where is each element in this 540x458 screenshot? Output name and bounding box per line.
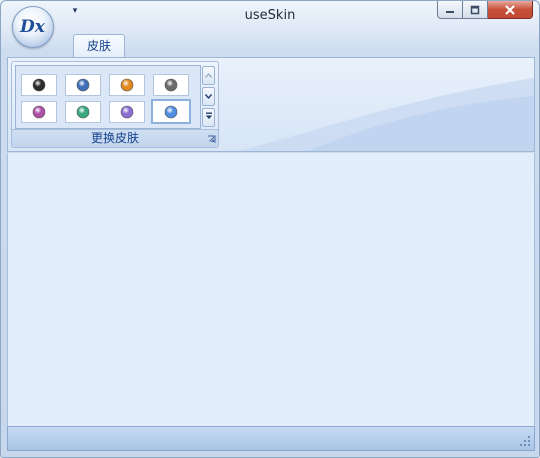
orange-sphere-icon <box>120 78 134 92</box>
gallery-scroll-down-button[interactable] <box>202 87 215 106</box>
group-label-text: 更换皮肤 <box>90 131 139 145</box>
dx-logo-icon: Dx <box>19 17 46 37</box>
resize-grip-icon[interactable] <box>519 435 531 447</box>
minimize-button[interactable] <box>437 1 463 19</box>
close-icon <box>505 4 515 15</box>
ribbon-panel: 更换皮肤 <box>7 57 535 152</box>
gallery-item-skin-office-blue[interactable] <box>151 99 191 124</box>
blue-sphere-icon <box>164 105 178 118</box>
black-sphere-icon <box>32 78 46 92</box>
gallery-item-skin-gray[interactable] <box>153 74 189 96</box>
violet-sphere-icon <box>120 105 134 119</box>
minimize-icon <box>446 10 454 13</box>
dialog-launcher-icon[interactable] <box>207 135 216 144</box>
window-controls <box>437 1 533 20</box>
gray-sphere-icon <box>164 78 178 92</box>
gallery-item-skin-purple-pink[interactable] <box>21 101 57 123</box>
close-button[interactable] <box>488 1 533 19</box>
blue-sphere-icon <box>76 78 90 92</box>
title-bar[interactable]: ▾ useSkin <box>1 1 539 31</box>
tab-skin[interactable]: 皮肤 <box>73 34 125 57</box>
maximize-button[interactable] <box>463 1 488 19</box>
gallery-item-skin-violet[interactable] <box>109 101 145 123</box>
main-content-area <box>7 153 535 426</box>
gallery-item-skin-blue[interactable] <box>65 74 101 96</box>
teal-sphere-icon <box>76 105 90 119</box>
gallery-expand-icon <box>205 112 212 119</box>
gallery-item-skin-orange[interactable] <box>109 74 145 96</box>
purple-sphere-icon <box>32 105 46 119</box>
app-window: ▾ useSkin Dx 皮肤 更换皮肤 <box>0 0 540 458</box>
group-label-change-skin: 更换皮肤 <box>12 129 218 147</box>
status-bar <box>7 426 535 451</box>
gallery-scroll <box>202 66 215 128</box>
application-menu-button[interactable]: Dx <box>12 6 54 48</box>
chevron-up-icon <box>205 73 212 78</box>
gallery-scroll-up-button[interactable] <box>202 66 215 85</box>
skin-gallery <box>15 65 201 129</box>
gallery-item-skin-black[interactable] <box>21 74 57 96</box>
gallery-expand-button[interactable] <box>202 108 215 127</box>
maximize-icon <box>470 5 480 14</box>
dx-logo-text: Dx <box>19 17 46 37</box>
gallery-item-skin-teal-green[interactable] <box>65 101 101 123</box>
chevron-down-icon <box>204 94 213 100</box>
ribbon-tab-strip: 皮肤 <box>7 31 535 58</box>
ribbon-group-change-skin: 更换皮肤 <box>11 61 219 148</box>
